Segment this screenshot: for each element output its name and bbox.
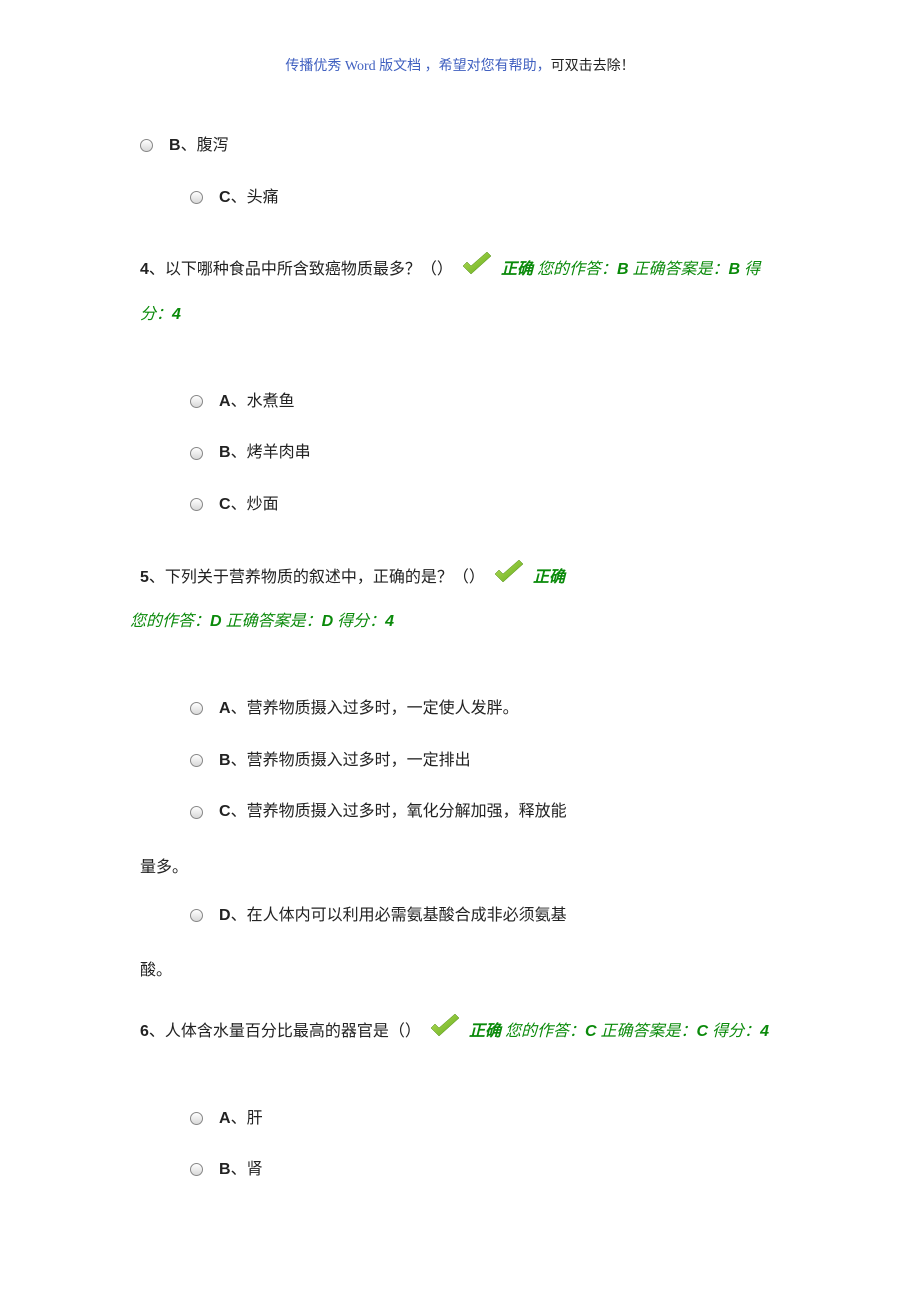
document-content: B、腹泻 C、头痛 4、以下哪种食品中所含致癌物质最多？（） 正确 您的作答：B… [0, 125, 920, 1191]
option-c-wrap: 量多。 [140, 847, 780, 889]
question-number: 4 [140, 261, 149, 278]
option-row-d: D、在人体内可以利用必需氨基酸合成非必须氨基 [190, 895, 780, 937]
question-number: 5 [140, 569, 149, 586]
question-4: 4、以下哪种食品中所含致癌物质最多？（） 正确 您的作答：B 正确答案是：B 得… [140, 248, 780, 338]
option-row-a: A、营养物质摄入过多时，一定使人发胖。 [190, 688, 780, 730]
checkmark-icon [493, 560, 525, 586]
option-text: 头痛 [247, 189, 279, 206]
option-row-b: B、营养物质摄入过多时，一定排出 [190, 740, 780, 782]
option-row-b: B、腹泻 [140, 125, 780, 167]
question-text: 下列关于营养物质的叙述中，正确的是？（） [165, 569, 485, 586]
radio-icon[interactable] [190, 806, 203, 819]
option-row-b: B、烤羊肉串 [190, 432, 780, 474]
option-row-c: C、炒面 [190, 484, 780, 526]
option-text: 腹泻 [197, 137, 229, 154]
option-letter: C [219, 189, 231, 206]
option-d-wrap: 酸。 [140, 950, 780, 992]
correct-label: 正确 [469, 1023, 501, 1040]
radio-icon[interactable] [190, 191, 203, 204]
header-black-text: 可双击去除！ [551, 59, 635, 74]
radio-icon[interactable] [190, 498, 203, 511]
option-row-c: C、头痛 [190, 177, 780, 219]
option-row-c: C、营养物质摄入过多时，氧化分解加强，释放能 [190, 791, 780, 833]
radio-icon[interactable] [190, 1163, 203, 1176]
radio-icon[interactable] [140, 139, 153, 152]
checkmark-icon [461, 252, 493, 278]
option-row-b: B、肾 [190, 1149, 780, 1191]
answer-info: 您的作答：D 正确答案是：D 得分：4 [130, 613, 394, 630]
option-letter: B [169, 137, 181, 154]
question-5: 5、下列关于营养物质的叙述中，正确的是？（） 正确 您的作答：D 正确答案是：D… [140, 556, 780, 646]
correct-label: 正确 [533, 569, 565, 586]
radio-icon[interactable] [190, 702, 203, 715]
question-6: 6、人体含水量百分比最高的器官是（） 正确 您的作答：C 正确答案是：C 得分：… [140, 1010, 780, 1055]
radio-icon[interactable] [190, 909, 203, 922]
radio-icon[interactable] [190, 447, 203, 460]
option-row-a: A、水煮鱼 [190, 381, 780, 423]
correct-label: 正确 [501, 261, 533, 278]
checkmark-icon [429, 1014, 461, 1040]
option-row-a: A、肝 [190, 1098, 780, 1140]
question-text: 以下哪种食品中所含致癌物质最多？（） [165, 261, 453, 278]
answer-info: 您的作答：C 正确答案是：C 得分：4 [505, 1023, 769, 1040]
radio-icon[interactable] [190, 1112, 203, 1125]
header-blue-text: 传播优秀 Word 版文档 ，希望对您有帮助， [285, 59, 550, 74]
radio-icon[interactable] [190, 754, 203, 767]
question-text: 人体含水量百分比最高的器官是（） [165, 1023, 421, 1040]
radio-icon[interactable] [190, 395, 203, 408]
header-note: 传播优秀 Word 版文档 ，希望对您有帮助，可双击去除！ [0, 55, 920, 75]
question-number: 6 [140, 1023, 149, 1040]
